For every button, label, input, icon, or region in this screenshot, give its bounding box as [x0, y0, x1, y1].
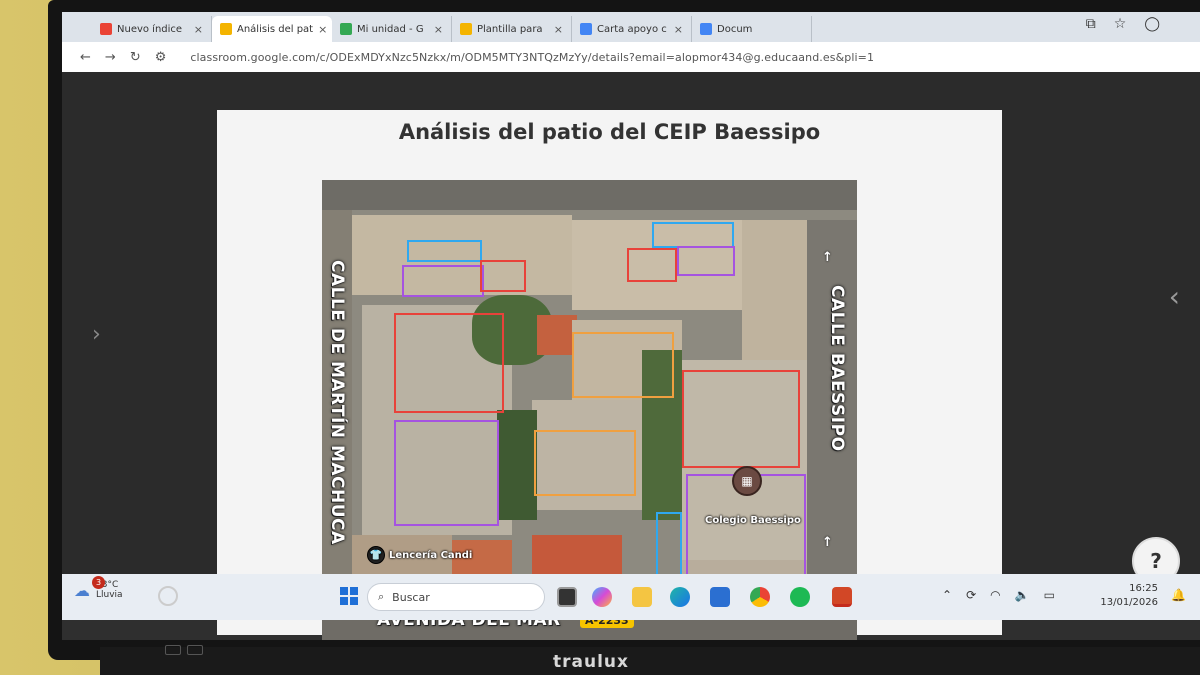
poi-lenceria[interactable]: 👕 Lencería Candi: [367, 546, 472, 564]
chevron-up-icon[interactable]: ⌃: [942, 588, 952, 602]
profile-icon[interactable]: ◯: [1144, 16, 1160, 32]
tray-icons: ⌃ ⟳ ◠ 🔈 ▭: [942, 588, 1055, 602]
spotify-icon[interactable]: [790, 587, 810, 607]
zone-purple-3: [394, 420, 499, 526]
widget-circle-icon[interactable]: [158, 586, 178, 606]
street-label-right: CALLE BAESSIPO: [827, 285, 847, 452]
tab-carta-apoyo[interactable]: Carta apoyo c ×: [572, 16, 692, 42]
rain-cloud-icon: ☁: [74, 580, 90, 600]
task-view-icon[interactable]: [557, 587, 577, 607]
poi-label: Lencería Candi: [389, 549, 473, 561]
slides-icon: [460, 23, 472, 35]
site-info-icon[interactable]: ⚙: [155, 50, 167, 65]
tab-nuevo-indice[interactable]: Nuevo índice ×: [92, 16, 212, 42]
volume-icon[interactable]: 🔈: [1015, 588, 1030, 602]
chevron-right-icon[interactable]: ‹: [1169, 280, 1180, 313]
tab-label: Docum: [717, 23, 753, 35]
docs-icon: [580, 23, 592, 35]
tab-plantilla[interactable]: Plantilla para ×: [452, 16, 572, 42]
notification-badge: 3: [92, 576, 105, 589]
aerial-map: CALLE DE MARTÍN MACHUCA CALLE BAESSIPO A…: [322, 180, 857, 640]
poi-colegio[interactable]: Colegio Baessipo: [705, 515, 801, 526]
monitor-brand: traulux: [553, 652, 629, 672]
powerpoint-icon[interactable]: [832, 587, 852, 607]
zone-red-3: [394, 313, 504, 413]
windows-start-icon[interactable]: [340, 587, 358, 605]
battery-icon[interactable]: ▭: [1044, 588, 1055, 602]
poi-label: Colegio Baessipo: [705, 515, 801, 526]
zone-blue-1: [407, 240, 482, 262]
clock-time: 16:25: [1129, 583, 1158, 594]
close-icon[interactable]: ×: [194, 23, 203, 36]
monitor-ports: [165, 645, 221, 659]
docs-icon: [700, 23, 712, 35]
close-icon[interactable]: ×: [434, 23, 443, 36]
edge-icon[interactable]: [670, 587, 690, 607]
slides-icon: [220, 23, 232, 35]
chrome-icon[interactable]: [750, 587, 770, 607]
tab-label: Carta apoyo c: [597, 23, 667, 35]
taskbar-clock[interactable]: 16:25 13/01/2026: [1100, 582, 1158, 610]
zone-red-2: [627, 248, 677, 282]
tab-label: Mi unidad - G: [357, 23, 424, 35]
presentation-slide: Análisis del patio del CEIP Baessipo CAL…: [217, 110, 1002, 640]
search-icon: ⌕: [378, 590, 385, 603]
gmail-icon: [100, 23, 112, 35]
back-arrow-icon[interactable]: ←: [80, 50, 91, 65]
slide-title: Análisis del patio del CEIP Baessipo: [398, 120, 821, 144]
tab-analisis-patio[interactable]: Análisis del pat ×: [212, 16, 332, 42]
tab-mi-unidad[interactable]: Mi unidad - G ×: [332, 16, 452, 42]
close-icon[interactable]: ×: [554, 23, 563, 36]
browser-toolbar-icons: ⧉ ☆ ◯: [1086, 16, 1160, 32]
arrow-up-icon: ↑: [822, 535, 833, 550]
weather-desc: Lluvia: [96, 590, 123, 600]
school-pin-icon[interactable]: ▦: [732, 466, 762, 496]
zone-red-1: [480, 260, 526, 292]
screen: Nuevo índice × Análisis del pat × Mi uni…: [62, 12, 1200, 640]
clock-date: 13/01/2026: [1100, 597, 1158, 608]
taskbar-search[interactable]: ⌕ Buscar: [367, 583, 545, 611]
sync-icon[interactable]: ⟳: [966, 588, 976, 602]
file-explorer-icon[interactable]: [632, 587, 652, 607]
tab-label: Análisis del pat: [237, 23, 314, 35]
search-placeholder: Buscar: [392, 590, 430, 604]
zone-orange-1: [572, 332, 674, 398]
windows-taskbar: ☁ 13°C Lluvia 3 ⌕ Buscar ⌃ ⟳ ◠ 🔈 ▭ 16:25…: [62, 574, 1200, 620]
tab-label: Nuevo índice: [117, 23, 183, 35]
forward-arrow-icon[interactable]: →: [105, 50, 116, 65]
address-bar: ← → ↻ ⚙ classroom.google.com/c/ODExMDYxN…: [62, 42, 1200, 72]
copilot-icon[interactable]: [592, 587, 612, 607]
drive-icon: [340, 23, 352, 35]
wifi-icon[interactable]: ◠: [990, 588, 1000, 602]
store-icon[interactable]: [710, 587, 730, 607]
zone-red-4: [682, 370, 800, 468]
url-field[interactable]: classroom.google.com/c/ODExMDYxNzc5Nzkx/…: [190, 51, 874, 64]
tab-documento[interactable]: Docum: [692, 16, 812, 42]
reload-icon[interactable]: ↻: [130, 50, 141, 65]
cast-icon[interactable]: ⧉: [1086, 16, 1096, 32]
bookmark-star-icon[interactable]: ☆: [1114, 16, 1127, 32]
zone-blue-2: [652, 222, 734, 248]
browser-tab-bar: Nuevo índice × Análisis del pat × Mi uni…: [62, 12, 1200, 42]
notifications-icon[interactable]: 🔔: [1171, 588, 1186, 602]
zone-purple-1: [402, 265, 484, 297]
zone-purple-2: [677, 246, 735, 276]
close-icon[interactable]: ×: [318, 23, 327, 36]
arrow-up-icon: ↑: [822, 250, 833, 265]
street-label-left: CALLE DE MARTÍN MACHUCA: [327, 260, 347, 545]
classroom-page: › ‹ Análisis del patio del CEIP Baessipo: [62, 72, 1200, 640]
shirt-icon: 👕: [367, 546, 385, 564]
chevron-left-icon[interactable]: ›: [92, 322, 101, 347]
close-icon[interactable]: ×: [674, 23, 683, 36]
monitor-bottom-bar: [100, 647, 1200, 675]
zone-orange-2: [534, 430, 636, 496]
tab-label: Plantilla para: [477, 23, 543, 35]
